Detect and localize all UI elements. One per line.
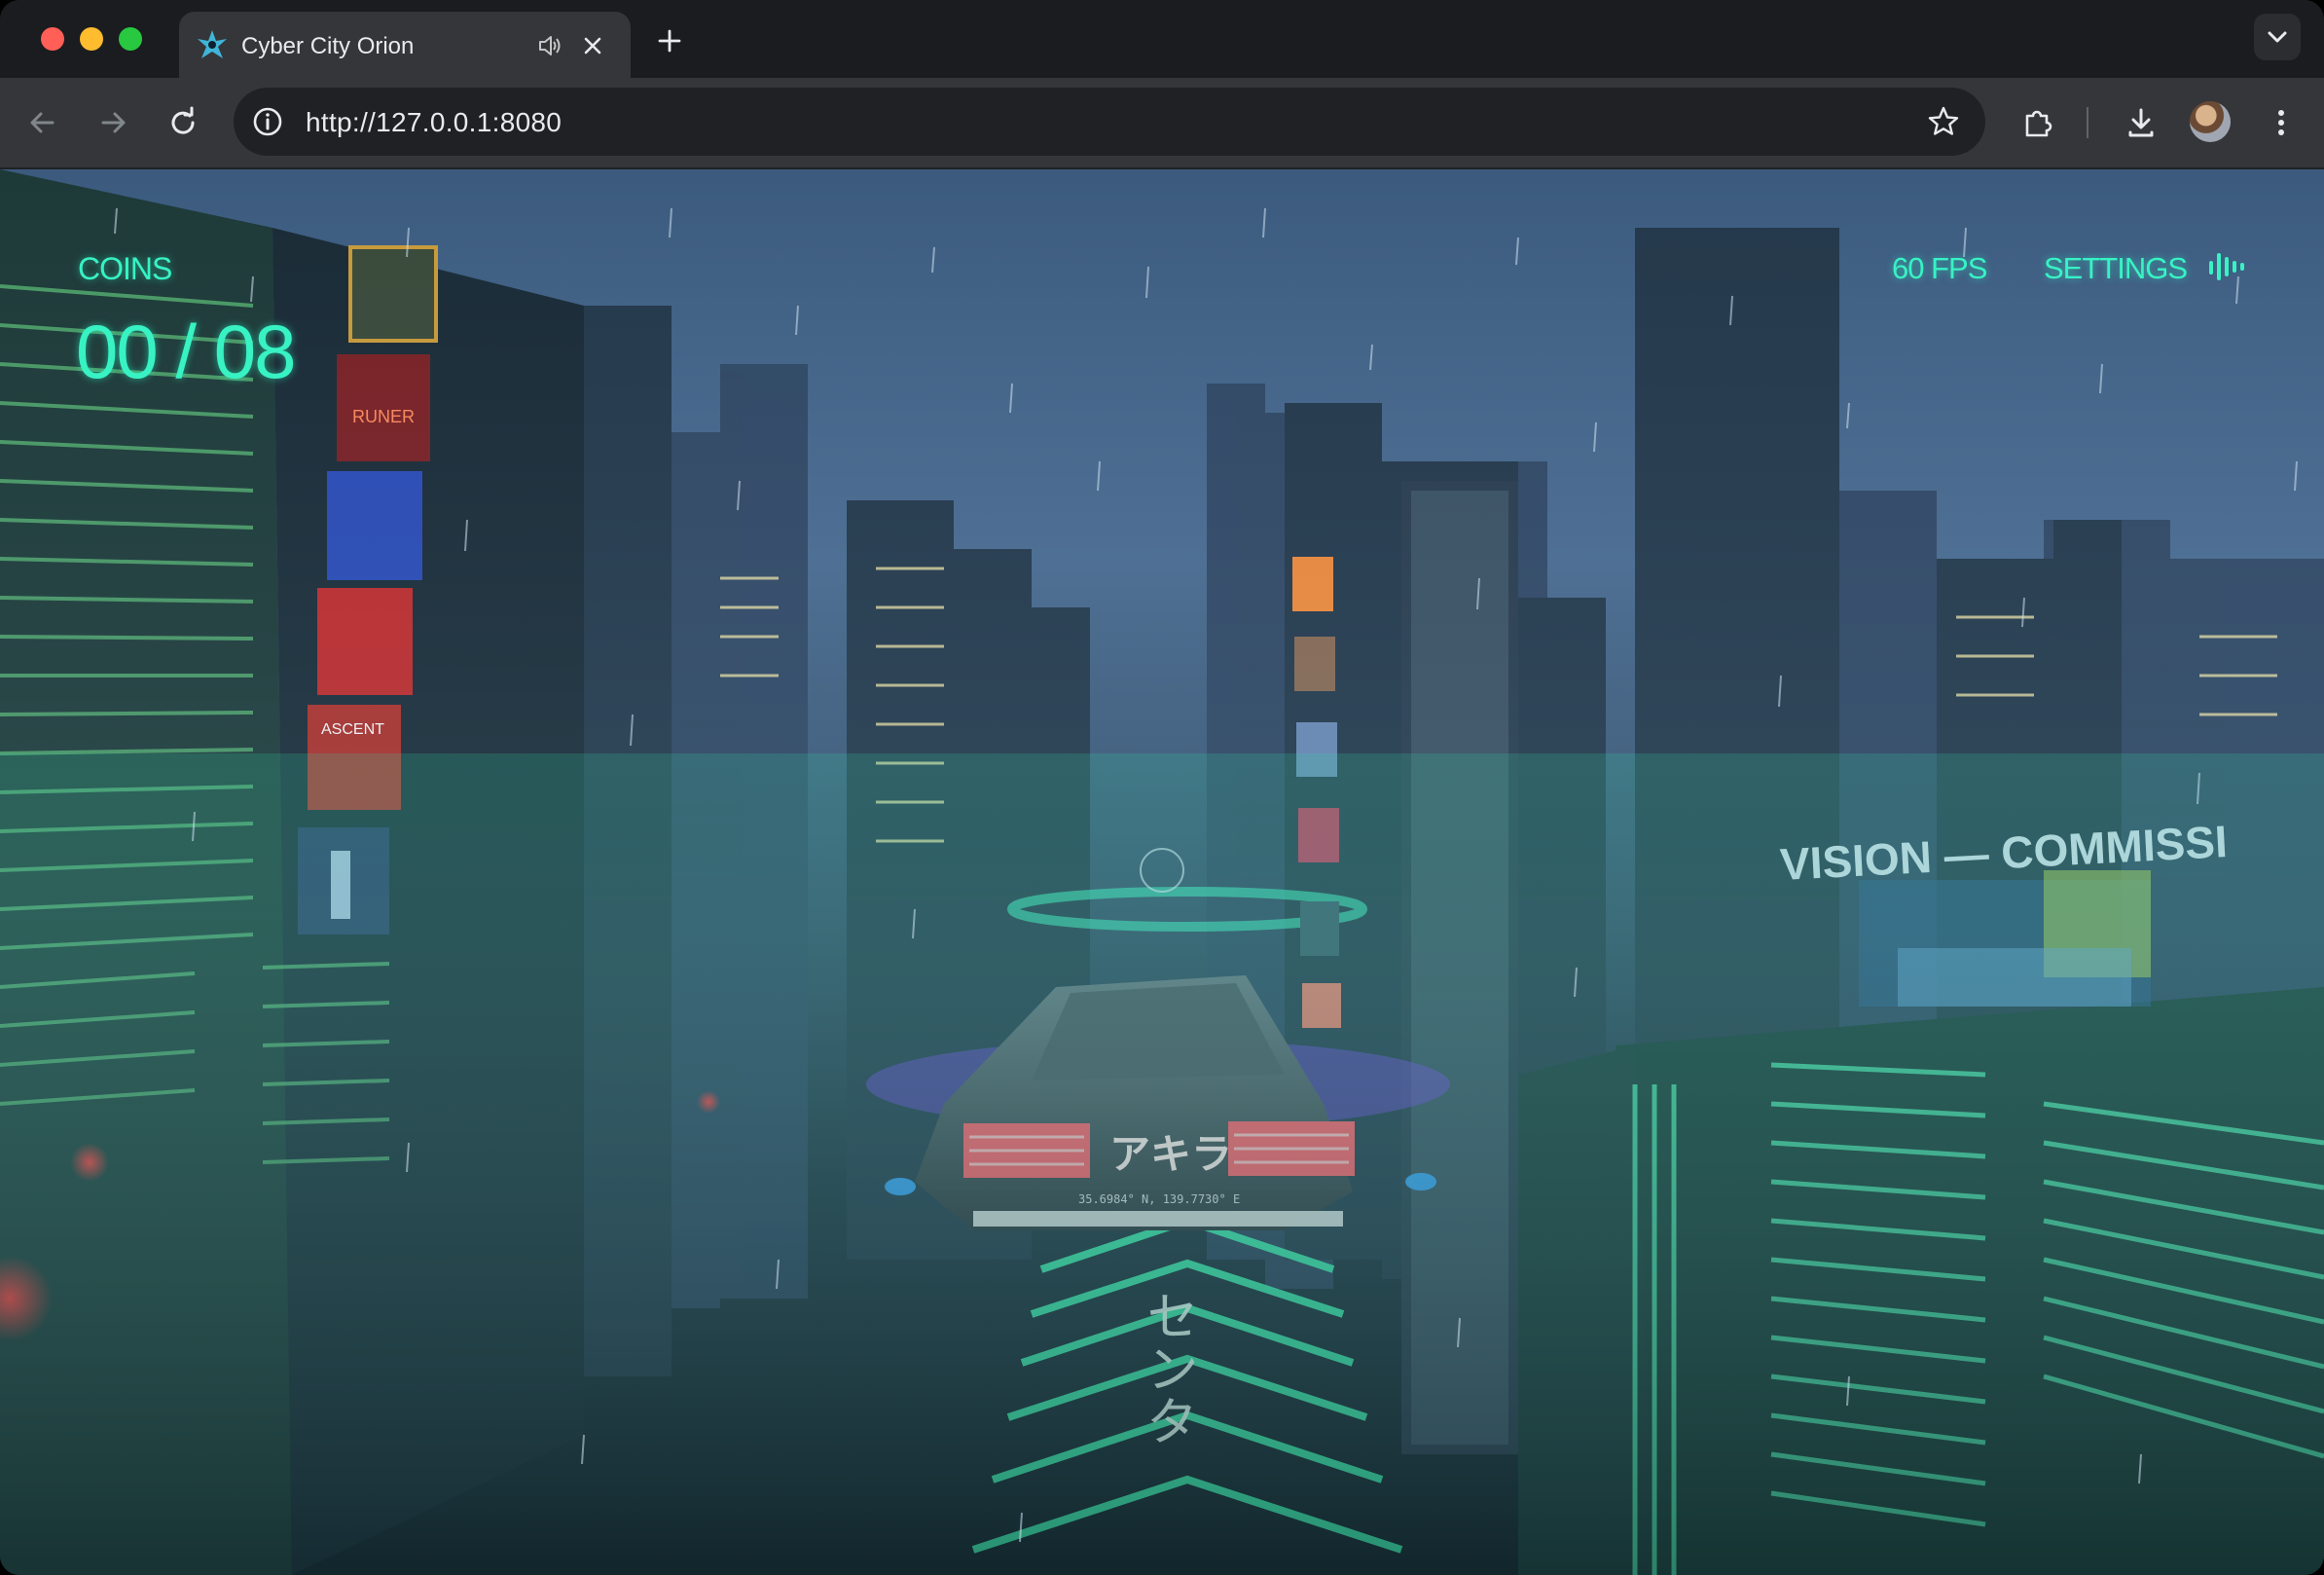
speaker-icon[interactable]	[535, 31, 564, 60]
back-arrow-icon[interactable]	[23, 103, 62, 142]
tab-search-button[interactable]	[2254, 14, 2301, 60]
close-icon[interactable]	[578, 31, 607, 60]
forward-arrow-icon[interactable]	[93, 103, 132, 142]
star-icon[interactable]	[1925, 103, 1962, 140]
settings-button[interactable]: SETTINGS	[2044, 251, 2188, 286]
toolbar-divider	[2087, 107, 2088, 138]
browser-tab[interactable]: Cyber City Orion	[179, 12, 631, 78]
tab-strip: Cyber City Orion	[0, 0, 2324, 78]
tab-title: Cyber City Orion	[241, 33, 415, 59]
orion-logo-icon	[198, 30, 227, 58]
city-scene: RUNER ASCENT	[0, 169, 2324, 1575]
puzzle-icon[interactable]	[2018, 103, 2057, 142]
audio-bars-icon[interactable]	[2207, 249, 2248, 284]
site-info-icon[interactable]	[249, 103, 286, 140]
window-minimize-button[interactable]	[80, 27, 103, 51]
window-close-button[interactable]	[41, 27, 64, 51]
chevron-down-icon	[2268, 31, 2287, 43]
coins-counter: 00 / 08	[76, 309, 297, 394]
kebab-menu-icon[interactable]	[2262, 103, 2301, 142]
coins-label: COINS	[78, 251, 172, 286]
fps-counter: 60 FPS	[1892, 251, 1987, 285]
browser-window: Cyber City Orion http://127.0.0.1:8080 C…	[0, 0, 2324, 1575]
reload-icon[interactable]	[163, 103, 202, 142]
plus-icon[interactable]	[652, 23, 687, 58]
browser-toolbar: http://127.0.0.1:8080	[0, 78, 2324, 169]
address-bar[interactable]: http://127.0.0.1:8080	[234, 88, 1985, 156]
window-maximize-button[interactable]	[119, 27, 142, 51]
download-icon[interactable]	[2122, 103, 2161, 142]
avatar[interactable]	[2190, 101, 2231, 142]
url-text[interactable]: http://127.0.0.1:8080	[306, 107, 562, 138]
game-viewport[interactable]: RUNER ASCENT	[0, 169, 2324, 1575]
